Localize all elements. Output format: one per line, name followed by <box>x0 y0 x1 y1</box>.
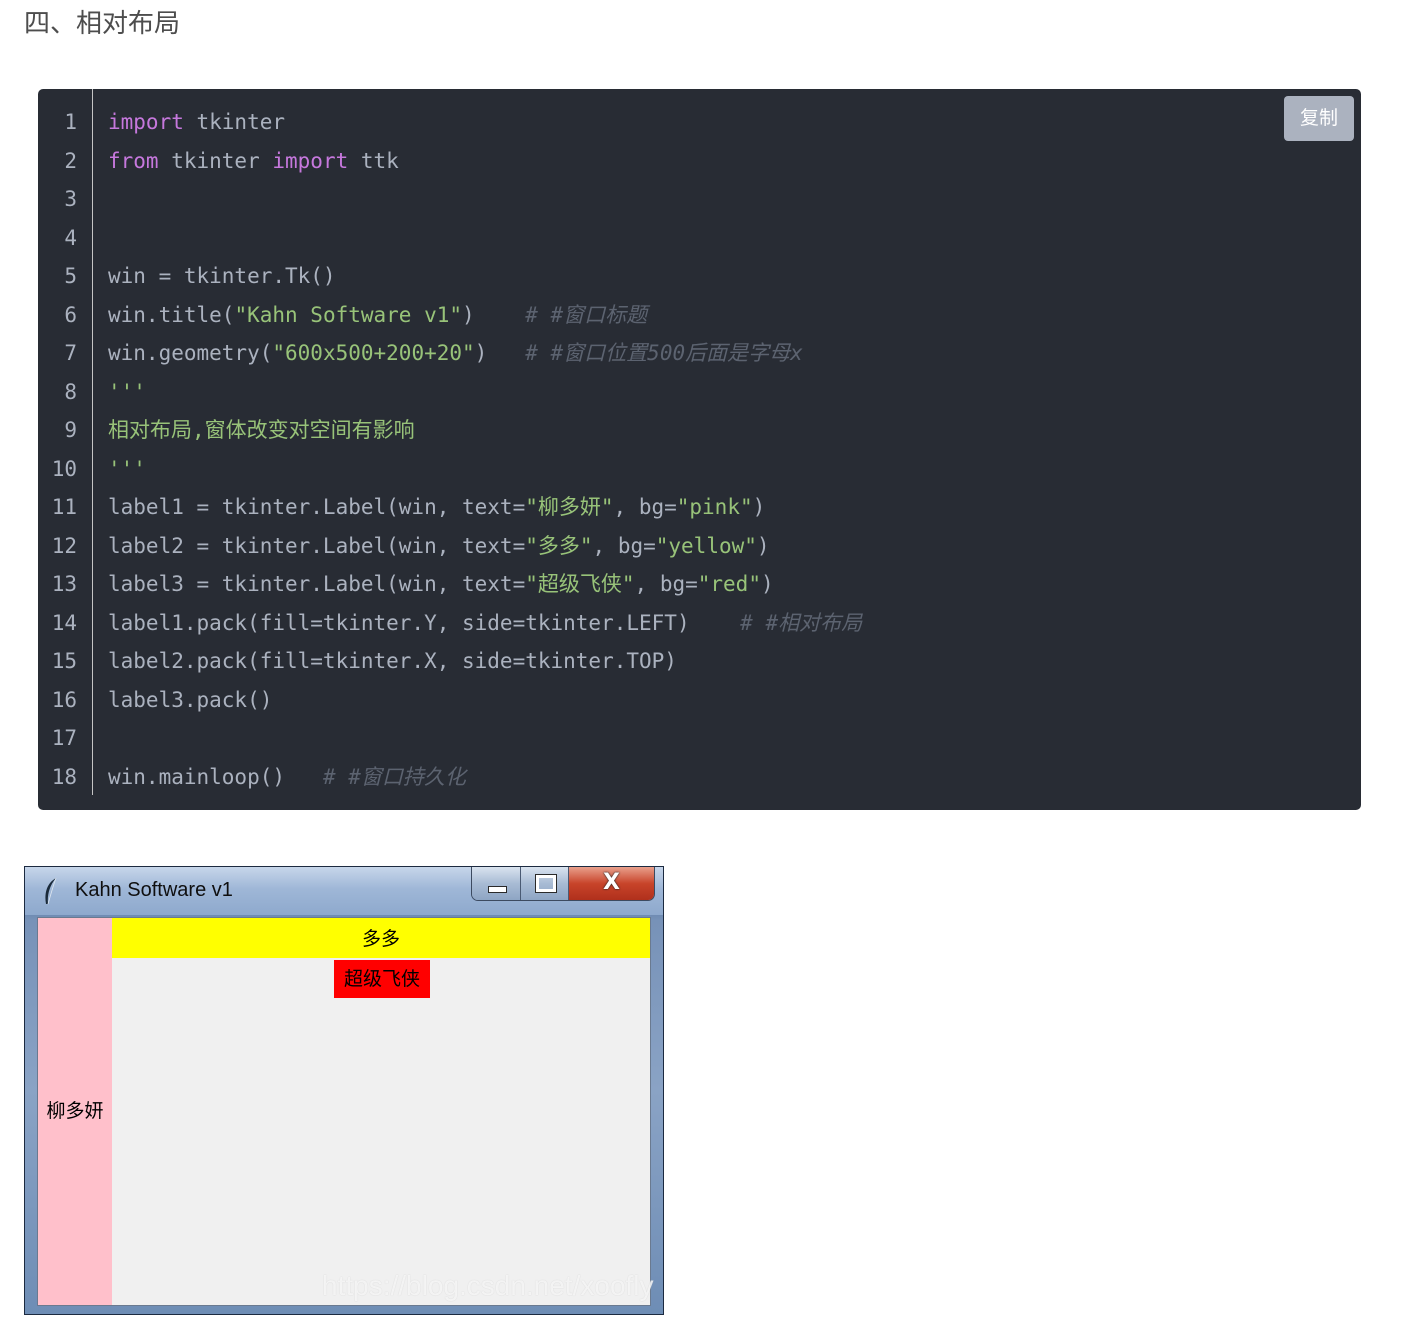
line-number: 11 <box>51 495 77 519</box>
section-heading: 四、相对布局 <box>24 9 181 39</box>
line-number: 18 <box>51 764 77 789</box>
line-number: 13 <box>51 572 77 596</box>
code-comment: # #窗口位置500后面是字母x <box>525 341 803 365</box>
code-text: label2 = tkinter.Label(win, text= <box>108 533 526 558</box>
window-controls: X <box>471 867 655 901</box>
code-line: import tkinter <box>108 103 285 142</box>
line-number: 9 <box>64 418 77 442</box>
maximize-icon <box>535 874 557 893</box>
code-text: ) <box>760 572 774 596</box>
line-number: 16 <box>51 687 77 712</box>
line-number: 17 <box>51 726 77 750</box>
line-number-gutter: 1 2 3 4 5 6 7 8 9 10 11 12 13 14 15 16 17 18 <box>38 89 93 795</box>
code-text: label2.pack(fill=tkinter.X, side=tkinter… <box>108 649 677 673</box>
line-number: 10 <box>51 456 77 481</box>
code-text: ) <box>752 495 766 519</box>
line-number: 8 <box>64 379 77 404</box>
line-number: 7 <box>64 341 77 365</box>
code-text: label3.pack() <box>108 687 273 712</box>
code-text: tkinter <box>183 110 286 134</box>
close-button[interactable]: X <box>569 867 654 900</box>
minimize-button[interactable] <box>472 867 521 900</box>
label2-yellow: 多多 <box>112 918 650 958</box>
code-block: 1 2 3 4 5 6 7 8 9 10 11 12 13 14 15 16 17 18 import tkint… <box>38 89 1361 810</box>
code-string: ''' <box>108 456 146 481</box>
code-line: label1.pack(fill=tkinter.Y, side=tkinter… <box>108 604 862 643</box>
code-line: label3 = tkinter.Label(win, text="超级飞侠",… <box>108 565 774 604</box>
label1-pink: 柳多妍 <box>38 918 112 1305</box>
code-line: ''' <box>108 450 146 489</box>
code-line: from tkinter import ttk <box>108 142 399 181</box>
code-text: win = tkinter.Tk() <box>108 264 336 288</box>
copy-button[interactable]: 复制 <box>1284 96 1354 141</box>
code-comment: # #窗口标题 <box>525 302 648 327</box>
code-line: ''' <box>108 373 146 412</box>
code-text: ) <box>756 533 770 558</box>
code-keyword: from <box>108 148 159 173</box>
code-string: "pink" <box>676 495 753 519</box>
code-text: , bg= <box>613 495 677 519</box>
code-string: "600x500+200+20" <box>272 341 475 365</box>
line-number: 3 <box>64 187 77 211</box>
line-number: 4 <box>64 225 77 250</box>
code-string: "柳多妍" <box>525 495 614 519</box>
code-string: "red" <box>697 572 761 596</box>
code-text: ) <box>474 341 526 365</box>
code-string: "yellow" <box>655 533 757 558</box>
code-line: label3.pack() <box>108 681 272 720</box>
code-text: ttk <box>348 148 399 173</box>
feather-icon <box>45 877 57 905</box>
code-line: win.title("Kahn Software v1") # #窗口标题 <box>108 296 647 335</box>
line-number: 12 <box>51 533 77 558</box>
code-text: win.title( <box>108 302 235 327</box>
code-text: win.mainloop() <box>108 764 323 789</box>
code-string: 相对布局,窗体改变对空间有影响 <box>108 418 415 442</box>
line-number: 1 <box>64 110 77 134</box>
code-line: label2 = tkinter.Label(win, text="多多", b… <box>108 527 770 566</box>
code-text: ) <box>462 302 526 327</box>
code-line: 相对布局,窗体改变对空间有影响 <box>108 411 415 450</box>
code-string: "Kahn Software v1" <box>234 302 463 327</box>
minimize-icon <box>488 886 507 893</box>
code-comment: # #相对布局 <box>740 610 863 635</box>
code-text: label3 = tkinter.Label(win, text= <box>108 572 526 596</box>
code-text: tkinter <box>158 148 273 173</box>
tkinter-window-screenshot: Kahn Software v1 X 柳多妍 多多 超级飞侠 https://b… <box>24 866 664 1315</box>
code-line: label1 = tkinter.Label(win, text="柳多妍", … <box>108 488 765 527</box>
line-number: 2 <box>64 148 77 173</box>
window-client-area: 柳多妍 多多 超级飞侠 https://blog.csdn.net/xoofly <box>37 917 654 1306</box>
code-line: label2.pack(fill=tkinter.X, side=tkinter… <box>108 642 677 681</box>
code-line: win = tkinter.Tk() <box>108 257 336 296</box>
code-text: win.geometry( <box>108 341 273 365</box>
code-line: win.mainloop() # #窗口持久化 <box>108 758 466 797</box>
code-text: label1 = tkinter.Label(win, text= <box>108 495 526 519</box>
code-comment: # #窗口持久化 <box>322 764 466 789</box>
code-string: "多多" <box>525 533 593 558</box>
line-number: 6 <box>64 302 77 327</box>
watermark: https://blog.csdn.net/xoofly <box>322 1270 654 1301</box>
close-icon: X <box>603 870 620 895</box>
maximize-button[interactable] <box>521 867 569 900</box>
line-number: 14 <box>51 610 77 635</box>
window-title: Kahn Software v1 <box>75 879 233 901</box>
code-line: win.geometry("600x500+200+20") # #窗口位置50… <box>108 334 803 373</box>
code-text: label1.pack(fill=tkinter.Y, side=tkinter… <box>108 610 741 635</box>
label1-text: 柳多妍 <box>46 1100 104 1122</box>
line-number: 5 <box>64 264 77 288</box>
line-number: 15 <box>51 649 77 673</box>
code-text: , bg= <box>592 533 656 558</box>
label3-red: 超级飞侠 <box>334 960 430 998</box>
code-keyword: import <box>272 148 349 173</box>
window-title-bar: Kahn Software v1 X <box>25 867 663 915</box>
code-string: ''' <box>108 379 146 404</box>
code-string: "超级飞侠" <box>525 572 635 596</box>
code-keyword: import <box>108 110 184 134</box>
code-text: , bg= <box>634 572 698 596</box>
